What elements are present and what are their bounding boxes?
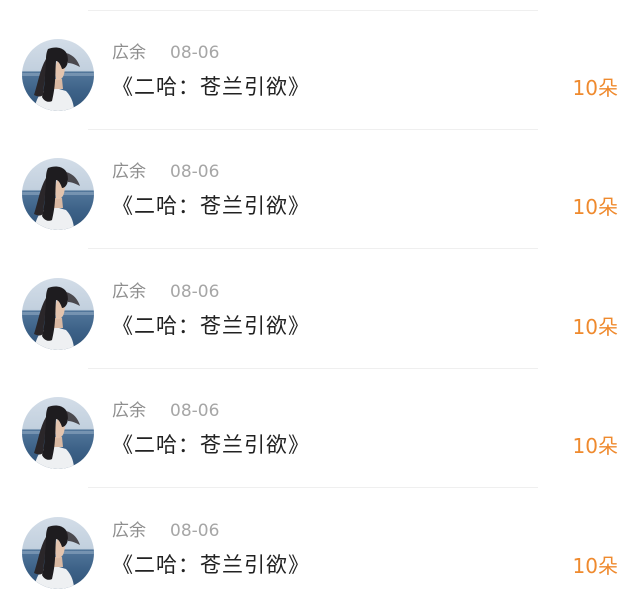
book-title[interactable]: 《二哈：苍兰引欲》	[112, 551, 310, 579]
list-divider	[88, 487, 538, 488]
avatar-image	[22, 525, 94, 589]
gift-amount: 10朵	[572, 76, 618, 100]
gift-date: 08-06	[170, 43, 220, 63]
user-name[interactable]: 広余	[112, 520, 146, 542]
avatar[interactable]	[22, 39, 94, 111]
avatar[interactable]	[22, 278, 94, 350]
book-title[interactable]: 《二哈：苍兰引欲》	[112, 431, 310, 459]
avatar-image	[22, 166, 94, 230]
avatar-image	[22, 47, 94, 111]
avatar[interactable]	[22, 397, 94, 469]
gift-date: 08-06	[170, 401, 220, 421]
list-item[interactable]: 広余 08-06 《二哈：苍兰引欲》 10朵	[0, 489, 640, 608]
book-title[interactable]: 《二哈：苍兰引欲》	[112, 312, 310, 340]
list-divider	[88, 248, 538, 249]
gift-amount: 10朵	[572, 554, 618, 578]
gift-amount: 10朵	[572, 195, 618, 219]
avatar-image	[22, 286, 94, 350]
gift-date: 08-06	[170, 162, 220, 182]
avatar[interactable]	[22, 158, 94, 230]
gift-amount: 10朵	[572, 315, 618, 339]
avatar-image	[22, 405, 94, 469]
user-name[interactable]: 広余	[112, 42, 146, 64]
list-item[interactable]: 広余 08-06 《二哈：苍兰引欲》 10朵	[0, 250, 640, 369]
list-item[interactable]: 広余 08-06 《二哈：苍兰引欲》 10朵	[0, 130, 640, 249]
avatar[interactable]	[22, 517, 94, 589]
user-name[interactable]: 広余	[112, 400, 146, 422]
user-name[interactable]: 広余	[112, 161, 146, 183]
book-title[interactable]: 《二哈：苍兰引欲》	[112, 73, 310, 101]
gift-date: 08-06	[170, 282, 220, 302]
user-name[interactable]: 広余	[112, 281, 146, 303]
gift-amount: 10朵	[572, 434, 618, 458]
list-item[interactable]: 広余 08-06 《二哈：苍兰引欲》 10朵	[0, 11, 640, 130]
book-title[interactable]: 《二哈：苍兰引欲》	[112, 192, 310, 220]
gift-date: 08-06	[170, 521, 220, 541]
list-item[interactable]: 広余 08-06 《二哈：苍兰引欲》 10朵	[0, 369, 640, 488]
